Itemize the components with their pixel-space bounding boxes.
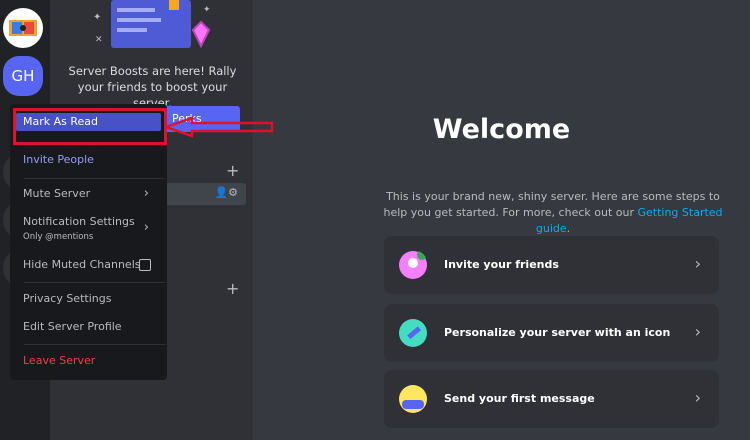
card-label: Send your first message [444,392,595,405]
invite-friends-icon [399,250,427,279]
menu-item-label: Edit Server Profile [23,320,122,333]
menu-item-label: Invite People [23,153,94,166]
menu-item-label: Notification Settings [23,215,135,228]
chevron-right-icon: › [694,322,701,341]
menu-item-privacy-settings[interactable]: Privacy Settings [16,290,161,308]
main-content: Welcome This is your brand new, shiny se… [253,0,750,440]
annotation-arrow-icon [164,116,274,138]
menu-item-label: Leave Server [23,354,96,367]
menu-item-notification-settings[interactable]: Notification Settings Only @mentions › [16,213,161,245]
add-channel-icon[interactable]: + [226,163,239,179]
server-initials: GH [11,67,35,85]
menu-divider [24,282,165,283]
menu-item-sublabel: Only @mentions [23,232,94,242]
message-icon [399,385,427,413]
server-art-icon [9,20,37,36]
page-title: Welcome [432,114,571,145]
menu-item-leave-server[interactable]: Leave Server [16,352,161,370]
send-message-card[interactable]: Send your first message › [384,370,719,428]
menu-divider [24,178,165,179]
checkbox[interactable] [139,259,151,271]
chevron-right-icon: › [143,220,149,235]
intro-end: . [566,222,571,235]
server-icon-art[interactable] [3,8,43,48]
svg-text:✕: ✕ [95,35,103,45]
server-icon-gh[interactable]: GH [3,56,43,96]
card-label: Invite your friends [444,258,559,271]
invite-settings-icons[interactable]: 👤⚙ [214,186,238,199]
highlight-annotation [13,108,167,145]
menu-item-label: Hide Muted Channels [23,258,141,271]
welcome-intro: This is your brand new, shiny server. He… [383,189,723,237]
chevron-right-icon: › [694,254,701,273]
svg-text:✦: ✦ [93,12,101,23]
chevron-right-icon: › [694,388,701,407]
paintbrush-icon [399,319,427,347]
menu-item-invite-people[interactable]: Invite People [16,151,161,169]
add-channel-icon[interactable]: + [226,281,239,297]
menu-item-label: Privacy Settings [23,292,112,305]
server-context-menu: Mark As Read Invite People Mute Server ›… [10,104,167,380]
personalize-icon-card[interactable]: Personalize your server with an icon › [384,304,719,362]
menu-item-label: Mute Server [23,187,91,200]
invite-friends-card[interactable]: Invite your friends › [384,236,719,294]
menu-item-edit-server-profile[interactable]: Edit Server Profile [16,318,161,336]
menu-item-mute-server[interactable]: Mute Server › [16,185,161,203]
menu-item-hide-muted-channels[interactable]: Hide Muted Channels [16,256,161,274]
menu-divider [24,344,165,345]
svg-text:✦: ✦ [203,5,211,15]
card-label: Personalize your server with an icon [444,326,671,339]
chevron-right-icon: › [143,186,149,201]
boost-illustration-icon: ✦ ✕ ✦ [93,0,211,49]
